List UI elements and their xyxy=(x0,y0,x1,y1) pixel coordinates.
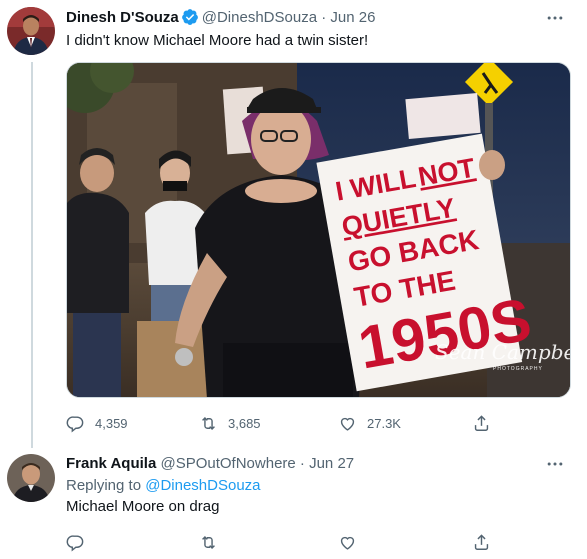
tweet-header: Dinesh D'Souza @DineshDSouza · Jun 26 xyxy=(66,8,375,28)
reply-button[interactable] xyxy=(66,530,85,554)
more-icon xyxy=(547,16,563,20)
avatar-dinesh[interactable] xyxy=(7,7,55,55)
verified-badge-icon xyxy=(181,9,198,25)
like-icon xyxy=(340,536,355,550)
more-button[interactable] xyxy=(545,8,565,28)
tweet-date[interactable]: Jun 26 xyxy=(330,9,375,26)
tweet-text: I didn't know Michael Moore had a twin s… xyxy=(66,32,369,49)
avatar-frank[interactable] xyxy=(7,454,55,502)
replying-mention-link[interactable]: @DineshDSouza xyxy=(145,477,260,494)
author-handle[interactable]: @DineshDSouza xyxy=(202,9,317,26)
tweet-date[interactable]: Jun 27 xyxy=(309,455,354,472)
separator: · xyxy=(321,9,327,26)
reply-button[interactable]: 4,359 xyxy=(66,411,128,435)
tweet-text: Michael Moore on drag xyxy=(66,498,220,515)
share-button[interactable] xyxy=(472,411,491,435)
like-icon xyxy=(340,417,355,431)
tweet-dinesh[interactable]: Dinesh D'Souza @DineshDSouza · Jun 26 I d… xyxy=(0,0,587,448)
retweet-icon xyxy=(202,416,215,430)
replying-to: Replying to @DineshDSouza xyxy=(66,476,261,496)
author-name[interactable]: Frank Aquila xyxy=(66,455,156,472)
watermark-name: Sean Campbell xyxy=(435,340,571,364)
protest-photo: I WILL NOT QUIETLY GO BACK TO THE 1950S … xyxy=(67,63,571,397)
avatar-frank-image xyxy=(7,454,55,502)
like-button[interactable]: 27.3K xyxy=(338,411,401,435)
author-name[interactable]: Dinesh D'Souza xyxy=(66,9,179,26)
more-icon xyxy=(547,462,563,466)
tweet-frank[interactable]: Frank Aquila @SPOutOfNowhere · Jun 27 Re… xyxy=(0,448,587,559)
retweet-icon xyxy=(202,535,215,549)
author-handle[interactable]: @SPOutOfNowhere xyxy=(160,455,295,472)
separator: · xyxy=(299,455,305,472)
tweet-actions xyxy=(58,530,498,554)
like-count: 27.3K xyxy=(367,415,401,431)
watermark-sub: PHOTOGRAPHY xyxy=(493,366,543,372)
like-button[interactable] xyxy=(338,530,357,554)
replying-prefix: Replying to xyxy=(66,477,142,494)
tweet-header: Frank Aquila @SPOutOfNowhere · Jun 27 xyxy=(66,454,354,474)
thread-line xyxy=(31,62,33,448)
tweet-actions: 4,359 3,685 27.3K xyxy=(58,411,498,435)
more-button[interactable] xyxy=(545,454,565,474)
reply-icon xyxy=(66,534,84,551)
retweet-button[interactable]: 3,685 xyxy=(199,411,261,435)
share-icon xyxy=(474,533,489,550)
share-icon xyxy=(474,414,489,431)
retweet-count: 3,685 xyxy=(228,415,261,431)
tweet-photo[interactable]: I WILL NOT QUIETLY GO BACK TO THE 1950S … xyxy=(66,62,571,398)
avatar-dinesh-image xyxy=(7,7,55,55)
retweet-button[interactable] xyxy=(199,530,218,554)
reply-count: 4,359 xyxy=(95,415,128,431)
share-button[interactable] xyxy=(472,530,491,554)
reply-icon xyxy=(66,415,84,432)
